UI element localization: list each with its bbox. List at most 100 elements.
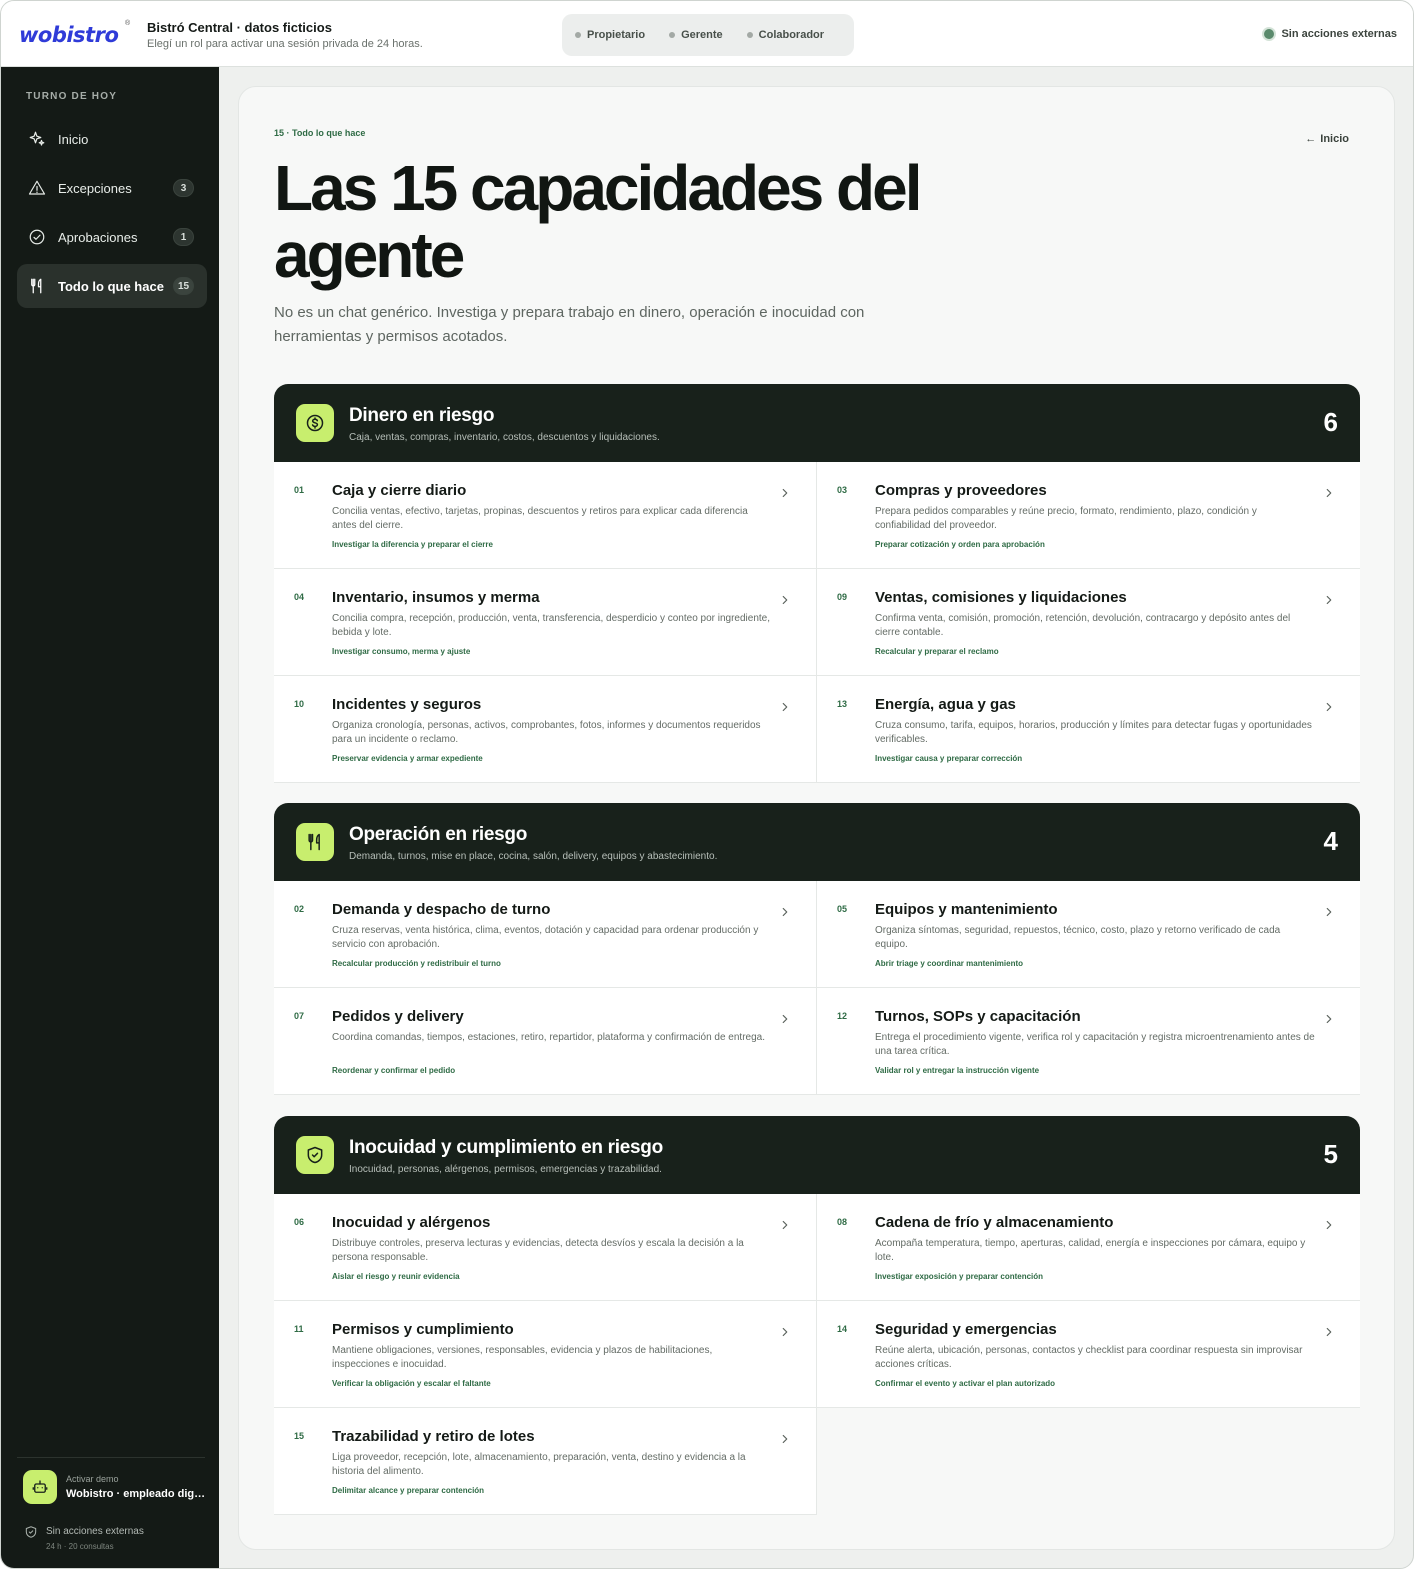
chevron-right-icon[interactable]	[1322, 700, 1336, 714]
capability-title: Seguridad y emergencias	[875, 1321, 1057, 1338]
chevron-right-icon[interactable]	[778, 593, 792, 607]
capability-card[interactable]: 10 Incidentes y seguros Organiza cronologí…	[274, 676, 817, 783]
capability-action-link[interactable]: Preparar cotización y orden para aprobac…	[875, 540, 1045, 549]
role-label: Propietario	[587, 29, 646, 41]
sidebar-item-label: Aprobaciones	[58, 229, 138, 245]
wobistro-logo[interactable]: wobistro	[19, 23, 119, 47]
chevron-right-icon[interactable]	[1322, 1325, 1336, 1339]
demo-agent-button[interactable]: Wobistro · empleado digital	[66, 1488, 206, 1500]
capability-card[interactable]: 08 Cadena de frío y almacenamiento Acompañ…	[817, 1194, 1360, 1301]
role-selector: Propietario Gerente Colaborador	[562, 14, 854, 56]
sidebar-item-label: Inicio	[58, 131, 89, 147]
capability-card[interactable]: 07 Pedidos y delivery Coordina comandas, t…	[274, 988, 817, 1095]
dollar-icon	[296, 404, 334, 442]
chevron-right-icon[interactable]	[778, 700, 792, 714]
capability-action-link[interactable]: Verificar la obligación y escalar el fal…	[332, 1379, 491, 1388]
sidebar-item-aprobaciones[interactable]: Aprobaciones 1	[17, 215, 207, 259]
capability-card[interactable]: 03 Compras y proveedores Prepara pedidos c…	[817, 462, 1360, 569]
capability-description: Acompaña temperatura, tiempo, aperturas,…	[875, 1238, 1306, 1263]
capability-action-link[interactable]: Confirmar el evento y activar el plan au…	[875, 1379, 1055, 1388]
capability-action-link[interactable]: Investigar causa y preparar corrección	[875, 754, 1022, 763]
capability-grid: 06 Inocuidad y alérgenos Distribuye contro…	[274, 1194, 1360, 1515]
capability-card[interactable]: 14 Seguridad y emergencias Reúne alerta, u…	[817, 1301, 1360, 1408]
chevron-right-icon[interactable]	[1322, 1218, 1336, 1232]
group-header: Operación en riesgo Demanda, turnos, mise…	[274, 803, 1360, 881]
capability-description: Concilia ventas, efectivo, tarjetas, pro…	[332, 506, 748, 531]
capability-title: Inocuidad y alérgenos	[332, 1214, 491, 1231]
top-bar: wobistro ® Bistró Central · datos fictic…	[1, 1, 1413, 67]
capability-action-link[interactable]: Preservar evidencia y armar expediente	[332, 754, 483, 763]
chevron-right-icon[interactable]	[778, 905, 792, 919]
group-count: 6	[1323, 407, 1338, 437]
chevron-right-icon[interactable]	[778, 486, 792, 500]
main-card: 15 · Todo lo que hace ← Inicio Las 15 ca…	[238, 86, 1395, 1550]
capability-action-link[interactable]: Investigar exposición y preparar contenc…	[875, 1272, 1043, 1281]
role-collaborator-button[interactable]: Colaborador	[746, 29, 824, 41]
role-label: Gerente	[681, 29, 723, 41]
chevron-right-icon[interactable]	[1322, 486, 1336, 500]
capability-number: 13	[837, 699, 848, 709]
chevron-right-icon[interactable]	[778, 1218, 792, 1232]
capability-card[interactable]: 12 Turnos, SOPs y capacitación Entrega el …	[817, 988, 1360, 1095]
capability-description: Cruza consumo, tarifa, equipos, horarios…	[875, 720, 1312, 745]
capability-action-link[interactable]: Reordenar y confirmar el pedido	[332, 1066, 455, 1075]
sidebar-item-todo-lo-que-hace[interactable]: Todo lo que hace 15	[17, 264, 207, 308]
sidebar-item-inicio[interactable]: Inicio	[17, 117, 207, 161]
capability-grid: 02 Demanda y despacho de turno Cruza reser…	[274, 881, 1360, 1095]
capability-title: Inventario, insumos y merma	[332, 589, 540, 606]
capability-card[interactable]: 01 Caja y cierre diario Concilia ventas, e…	[274, 462, 817, 569]
role-owner-button[interactable]: Propietario	[575, 29, 645, 41]
capability-number: 08	[837, 1217, 848, 1227]
chevron-right-icon[interactable]	[1322, 593, 1336, 607]
capability-title: Demanda y despacho de turno	[332, 901, 551, 918]
sidebar-item-excepciones[interactable]: Excepciones 3	[17, 166, 207, 210]
capability-action-link[interactable]: Investigar consumo, merma y ajuste	[332, 647, 470, 656]
chevron-right-icon[interactable]	[778, 1012, 792, 1026]
capability-action-link[interactable]: Recalcular y preparar el reclamo	[875, 647, 999, 656]
capability-title: Trazabilidad y retiro de lotes	[332, 1428, 535, 1445]
capability-card[interactable]: 04 Inventario, insumos y merma Concilia co…	[274, 569, 817, 676]
shield-icon	[25, 1526, 37, 1538]
chevron-right-icon[interactable]	[1322, 1012, 1336, 1026]
capability-title: Turnos, SOPs y capacitación	[875, 1008, 1081, 1025]
sidebar-item-label: Todo lo que hace	[58, 278, 164, 294]
group-subtitle: Inocuidad, personas, alérgenos, permisos…	[349, 1164, 662, 1175]
capability-card[interactable]: 02 Demanda y despacho de turno Cruza reser…	[274, 881, 817, 988]
sidebar-item-label: Excepciones	[58, 180, 132, 196]
status-dot-icon	[575, 32, 581, 38]
role-manager-button[interactable]: Gerente	[669, 29, 723, 41]
capability-action-link[interactable]: Delimitar alcance y preparar contención	[332, 1486, 484, 1495]
capability-description: Reúne alerta, ubicación, personas, conta…	[875, 1345, 1303, 1370]
capability-card[interactable]: 05 Equipos y mantenimiento Organiza síntom…	[817, 881, 1360, 988]
registered-mark: ®	[125, 20, 131, 27]
robot-icon[interactable]	[23, 1470, 57, 1504]
status-dot-icon	[1264, 29, 1275, 39]
capability-card[interactable]: 13 Energía, agua y gas Cruza consumo, tari…	[817, 676, 1360, 783]
group-subtitle: Demanda, turnos, mise en place, cocina, …	[349, 851, 718, 862]
app-window: wobistro ® Bistró Central · datos fictic…	[0, 0, 1414, 1569]
sidebar-heading: TURNO DE HOY	[26, 91, 118, 102]
sidebar: TURNO DE HOY Inicio Excepciones 3 Aproba…	[1, 67, 219, 1568]
capability-card[interactable]: 09 Ventas, comisiones y liquidaciones Conf…	[817, 569, 1360, 676]
capability-action-link[interactable]: Abrir triage y coordinar mantenimiento	[875, 959, 1023, 968]
sidebar-divider	[17, 1457, 205, 1458]
capability-description: Concilia compra, recepción, producción, …	[332, 613, 771, 638]
group-header: Dinero en riesgo Caja, ventas, compras, i…	[274, 384, 1360, 462]
capability-action-link[interactable]: Recalcular producción y redistribuir el …	[332, 959, 501, 968]
capability-action-link[interactable]: Aislar el riesgo y reunir evidencia	[332, 1272, 460, 1281]
capability-action-link[interactable]: Validar rol y entregar la instrucción vi…	[875, 1066, 1039, 1075]
capability-card[interactable]: 15 Trazabilidad y retiro de lotes Liga pro…	[274, 1408, 817, 1515]
chevron-right-icon[interactable]	[1322, 905, 1336, 919]
capability-card[interactable]: 06 Inocuidad y alérgenos Distribuye contro…	[274, 1194, 817, 1301]
chevron-right-icon[interactable]	[778, 1432, 792, 1446]
capability-action-link[interactable]: Investigar la diferencia y preparar el c…	[332, 540, 493, 549]
capability-number: 11	[294, 1324, 304, 1334]
chevron-right-icon[interactable]	[778, 1325, 792, 1339]
capability-card[interactable]: 11 Permisos y cumplimiento Mantiene obliga…	[274, 1301, 817, 1408]
capability-description: Organiza síntomas, seguridad, repuestos,…	[875, 925, 1281, 950]
group-header: Inocuidad y cumplimiento en riesgo Inocui…	[274, 1116, 1360, 1194]
back-to-inicio-link[interactable]: ← Inicio	[1305, 133, 1349, 145]
capability-number: 03	[837, 485, 848, 495]
arrow-left-icon: ←	[1305, 133, 1317, 145]
sparkle-icon	[27, 129, 47, 149]
